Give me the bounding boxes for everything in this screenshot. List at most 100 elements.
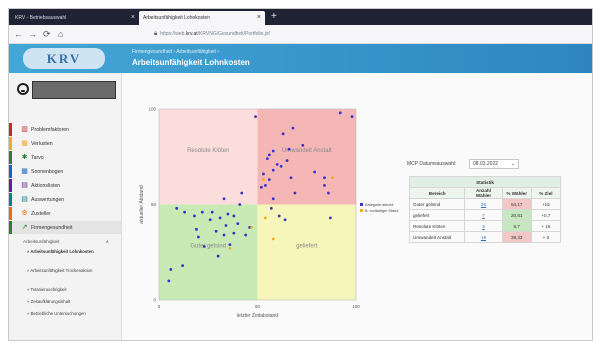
scatter-point[interactable] xyxy=(267,178,271,182)
scatter-point[interactable] xyxy=(240,191,244,195)
scatter-point[interactable] xyxy=(232,214,236,218)
scatter-point[interactable] xyxy=(265,157,269,161)
krv-logo[interactable]: KRV xyxy=(23,48,105,69)
column-header: Anzahl Wähler xyxy=(464,187,503,199)
row-count-link[interactable]: 19 xyxy=(464,231,503,243)
home-icon[interactable]: ⌂ xyxy=(58,27,63,41)
sidebar-subitem-zeitaufklaerung[interactable]: » Zeitaufklärungsinhalt xyxy=(27,299,119,304)
scatter-point[interactable] xyxy=(291,126,295,130)
scatter-point[interactable] xyxy=(327,191,330,195)
sidebar-group-label: Arbeitsunfähigkeit xyxy=(23,239,60,244)
scatter-point[interactable] xyxy=(226,212,230,216)
scatter-point[interactable] xyxy=(228,243,232,247)
scatter-point[interactable] xyxy=(269,206,273,210)
scatter-point[interactable] xyxy=(287,147,291,151)
scatter-point[interactable] xyxy=(222,233,226,237)
sidebar-item-auswertungen[interactable]: ▤ Auswertungen xyxy=(9,193,121,206)
scatter-point[interactable] xyxy=(338,111,342,115)
sidebar-item-tarvo[interactable]: ✱ Tarvo xyxy=(9,151,121,164)
scatter-point[interactable] xyxy=(330,176,334,180)
scatter-point[interactable] xyxy=(271,237,275,241)
date-select[interactable]: 08.03.2022 ⌄ xyxy=(469,159,519,169)
sidebar-item-verlusten[interactable]: ▦ Verlusten xyxy=(9,137,121,150)
scatter-point[interactable] xyxy=(271,168,275,172)
browser-tab-inactive[interactable]: KRV - Betriebsauswahl × xyxy=(11,11,139,25)
scatter-point[interactable] xyxy=(281,132,285,136)
sidebar-subitem-trockenaktion[interactable]: » Arbeitsunfähigkeit Trockenaktion xyxy=(27,268,119,273)
scatter-point[interactable] xyxy=(289,176,293,180)
scatter-point[interactable] xyxy=(195,227,198,231)
scatter-point[interactable] xyxy=(328,216,332,220)
quadrant-bottom-left xyxy=(159,204,258,300)
scatter-point[interactable] xyxy=(262,178,265,182)
scatter-point[interactable] xyxy=(222,197,226,201)
scatter-point[interactable] xyxy=(236,222,240,226)
sidebar-item-sonnenbogen[interactable]: ▦ Sonnenbogen xyxy=(9,165,121,178)
close-icon[interactable]: × xyxy=(131,11,135,25)
sidebar-group-arbeitsunfaehigkeit[interactable]: Arbeitsunfähigkeit ∧ xyxy=(23,237,119,246)
scatter-point[interactable] xyxy=(285,159,289,162)
scatter-point[interactable] xyxy=(210,210,214,214)
scatter-point[interactable] xyxy=(175,206,179,210)
scatter-point[interactable] xyxy=(263,184,267,187)
scatter-point[interactable] xyxy=(254,115,257,119)
row-count-link[interactable]: 7 xyxy=(464,209,503,221)
sidebar-subitem-tetanie[interactable]: » Tetanieruxebrigkeit xyxy=(27,287,119,292)
scatter-point[interactable] xyxy=(260,185,263,189)
scatter-point[interactable] xyxy=(202,245,206,248)
scatter-point[interactable] xyxy=(263,216,267,220)
sidebar-item-aktionslisten[interactable]: ▤ Aktionslisten xyxy=(9,179,121,192)
scatter-point[interactable] xyxy=(214,229,218,233)
scatter-point[interactable] xyxy=(271,149,275,153)
sidebar-subitem-untersuchungen[interactable]: » Betriebliche Untersuchungen xyxy=(27,311,119,316)
forward-icon[interactable]: → xyxy=(28,27,37,41)
scatter-point[interactable] xyxy=(267,153,271,157)
scatter-point[interactable] xyxy=(279,164,283,168)
scatter-point[interactable] xyxy=(271,197,275,201)
scatter-point[interactable] xyxy=(323,176,326,180)
row-percent: 54,17 xyxy=(501,198,532,210)
browser-tab-active[interactable]: Arbeitsunfähigkeit Lohnkosten × xyxy=(139,11,265,25)
scatter-point[interactable] xyxy=(238,203,242,206)
scatter-point[interactable] xyxy=(350,115,354,119)
scatter-point[interactable] xyxy=(275,162,279,166)
breadcrumb[interactable]: Firmengesundheit › Arbeitsunfähigkeit › xyxy=(132,49,219,55)
scatter-point[interactable] xyxy=(250,226,253,229)
reload-icon[interactable]: ⟳ xyxy=(43,27,51,41)
scatter-point[interactable] xyxy=(262,172,265,176)
main-content: Resolute Klöten Umwandelt Anstalt Guter ge… xyxy=(122,73,592,340)
sidebar-item-zusteller[interactable]: ⚙ Zusteller xyxy=(9,207,121,220)
sidebar-item-firmengesundheit[interactable]: ↗ Firmengesundheit xyxy=(9,221,121,234)
sidebar-subitem-lohnkosten[interactable]: » Arbeitsunfähigkeit Lohnkosten xyxy=(27,249,119,254)
close-icon[interactable]: × xyxy=(257,11,261,25)
y-axis-label: aktueller Abstand xyxy=(139,185,145,224)
back-icon[interactable]: ← xyxy=(14,27,23,41)
row-count-link[interactable]: 26 xyxy=(464,198,503,210)
scatter-point[interactable] xyxy=(232,231,236,235)
scatter-point[interactable] xyxy=(313,170,317,174)
scatter-point[interactable] xyxy=(193,214,196,218)
scatter-point[interactable] xyxy=(277,214,281,218)
scatter-point[interactable] xyxy=(224,224,228,227)
scatter-point[interactable] xyxy=(216,254,220,258)
scatter-point[interactable] xyxy=(183,210,187,214)
scatter-point[interactable] xyxy=(181,264,185,268)
scatter-point[interactable] xyxy=(244,233,248,237)
sidebar-item-problemfaktoren[interactable]: ▥ Problemfaktoren xyxy=(9,123,121,136)
address-bar[interactable]: 🔒︎ https://web.krv.at/KRVNG/Gesundheit/Po… xyxy=(154,28,590,40)
scatter-point[interactable] xyxy=(169,268,173,271)
scatter-point[interactable] xyxy=(323,184,326,187)
row-count-link[interactable]: 3 xyxy=(464,220,503,232)
scatter-point[interactable] xyxy=(283,218,287,222)
scatter-point[interactable] xyxy=(208,218,212,222)
user-row[interactable] xyxy=(11,79,119,105)
scatter-point[interactable] xyxy=(197,235,200,239)
scatter-point[interactable] xyxy=(218,216,222,220)
scatter-point[interactable] xyxy=(228,247,232,250)
scatter-point[interactable] xyxy=(200,210,204,214)
scatter-point[interactable] xyxy=(301,143,305,147)
new-tab-icon[interactable]: + xyxy=(271,10,277,24)
quadrant-top-left xyxy=(159,109,258,205)
scatter-point[interactable] xyxy=(167,279,171,283)
scatter-point[interactable] xyxy=(293,191,297,195)
